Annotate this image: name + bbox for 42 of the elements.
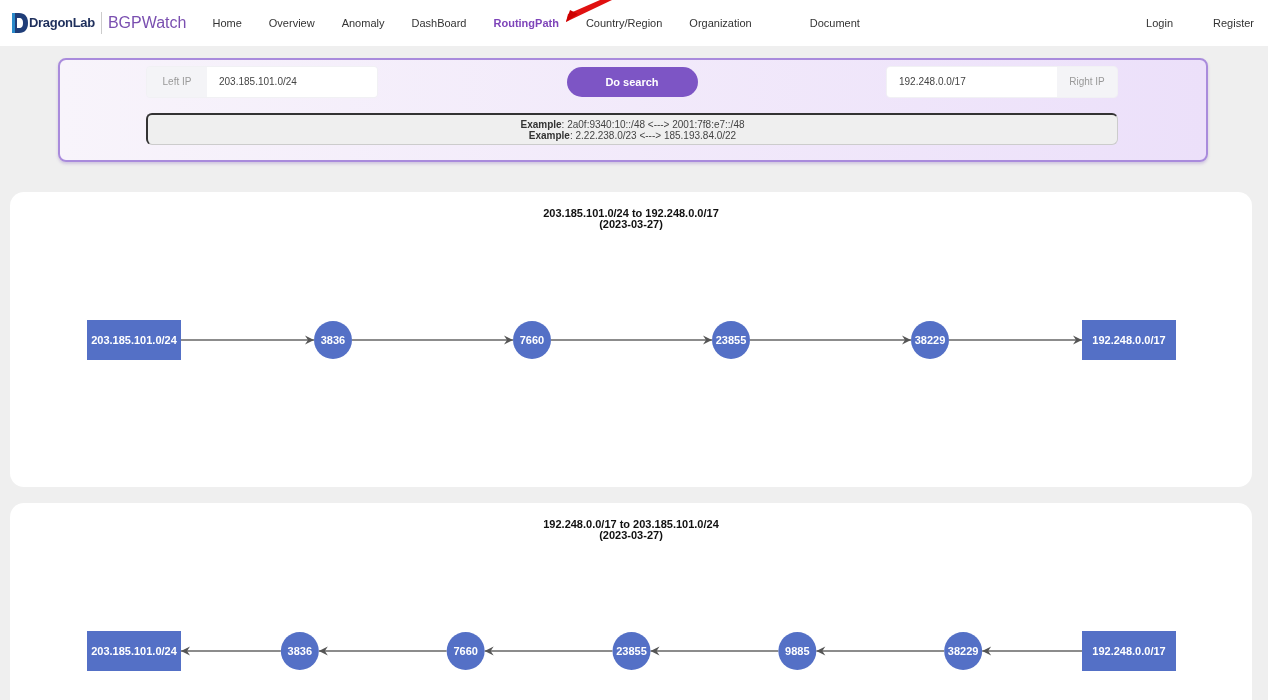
path-date: (2023-03-27) [599, 219, 663, 230]
as-node [314, 321, 352, 359]
path-title: 192.248.0.0/17 to 203.185.101.0/24 [543, 519, 719, 530]
nav-link[interactable]: RoutingPath [493, 17, 559, 29]
node-label: 38229 [947, 645, 979, 657]
node-label: 3836 [320, 334, 346, 346]
as-node [778, 632, 817, 670]
product-name: BGPWatch [107, 14, 187, 32]
as-node [712, 321, 750, 359]
path-title: 203.185.101.0/24 to 192.248.0.0/17 [543, 208, 719, 219]
node-label: 9885 [785, 645, 810, 657]
account-link[interactable]: Login [1146, 17, 1174, 29]
brand-name: DragonLab [29, 12, 102, 34]
node-label: 23855 [715, 334, 747, 346]
example-text: Example: 2a0f:9340:10::/48 <---> 2001:7f8:e7::/48 [520, 118, 745, 130]
nav-link[interactable]: DashBoard [411, 17, 467, 29]
node-label: 192.248.0.0/17 [1092, 645, 1166, 657]
node-label: 7660 [519, 334, 545, 346]
nav-link[interactable]: Overview [268, 17, 315, 29]
path-date: (2023-03-27) [599, 530, 663, 541]
node-label: 38229 [914, 334, 946, 346]
as-node [446, 632, 485, 670]
as-node [513, 321, 551, 359]
logo-icon [12, 12, 28, 34]
as-node [944, 632, 983, 670]
node-label: 203.185.101.0/24 [91, 334, 177, 346]
nav-link[interactable]: Anomaly [341, 17, 385, 29]
node-label: 23855 [616, 645, 647, 657]
node-label: 3836 [287, 645, 313, 657]
nav-link[interactable]: Document [809, 17, 860, 29]
nav-link[interactable]: Home [212, 17, 242, 29]
as-node [911, 321, 949, 359]
as-node [280, 632, 319, 670]
as-node [612, 632, 651, 670]
example-text: Example: 2.22.238.0/23 <---> 185.193.84.0/22 [528, 129, 737, 141]
node-label: 203.185.101.0/24 [91, 645, 177, 657]
account-link[interactable]: Register [1213, 17, 1254, 29]
nav-link[interactable]: Organization [689, 17, 752, 29]
nav-link[interactable]: Country/Region [585, 17, 663, 29]
search-button[interactable]: Do search [566, 66, 698, 97]
node-label: 7660 [453, 645, 478, 657]
node-label: 192.248.0.0/17 [1092, 334, 1166, 346]
